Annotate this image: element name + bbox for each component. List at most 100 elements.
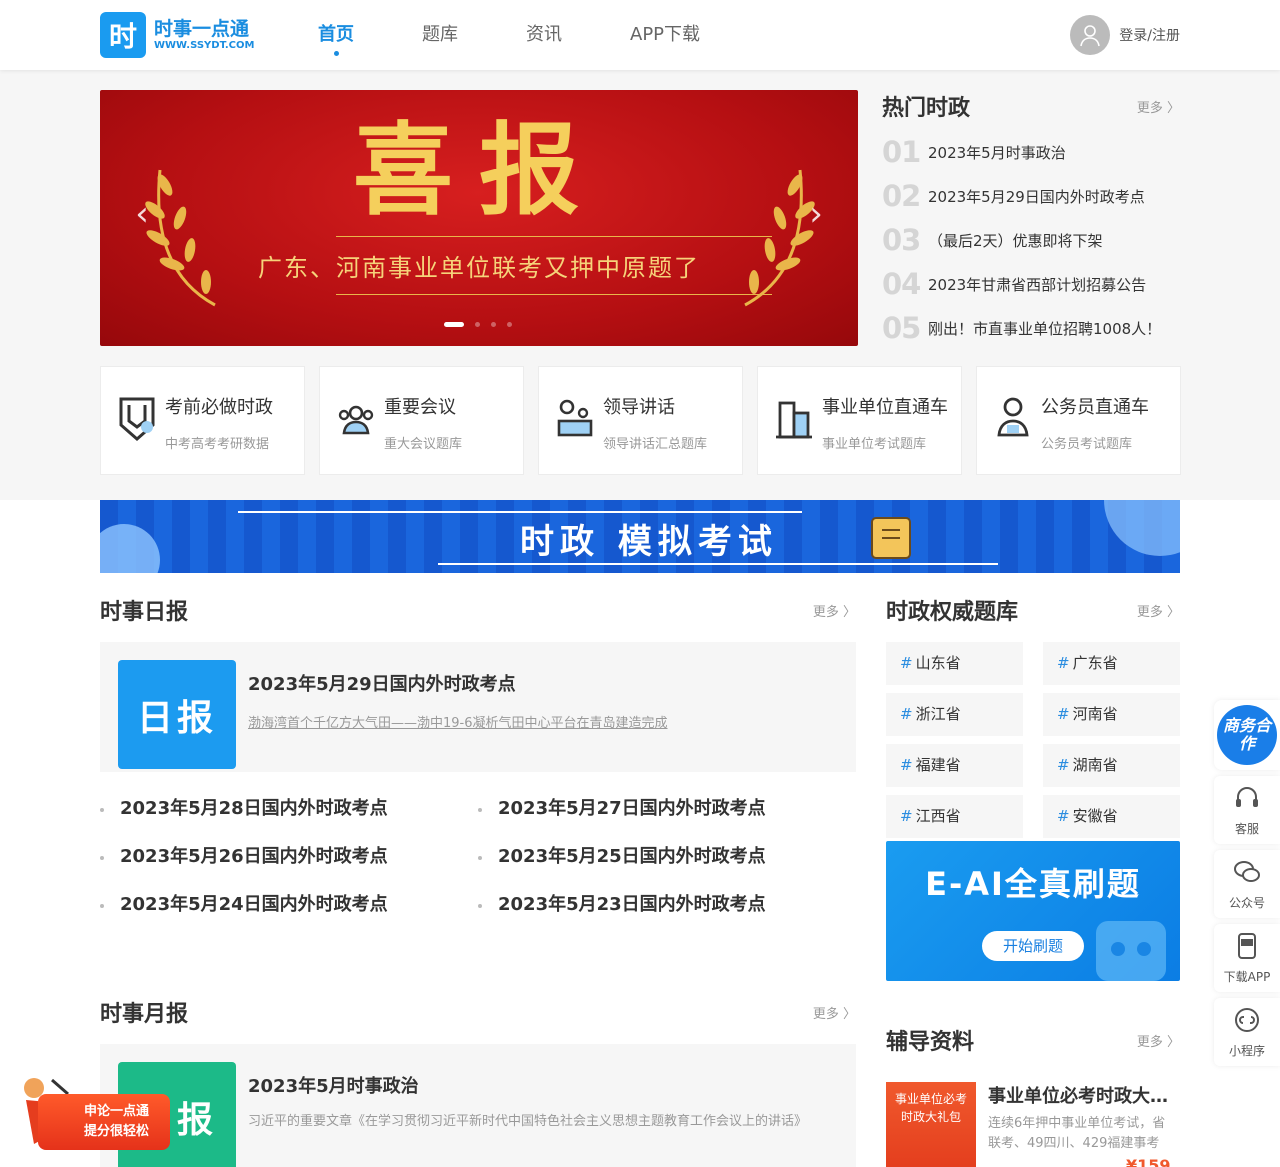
daily-feature-desc[interactable]: 渤海湾首个千亿方大气田——渤中19-6凝析气田中心平台在青岛建造完成 <box>248 714 843 734</box>
download-app-button[interactable]: 下载APP <box>1214 924 1280 992</box>
float-label: 小程序 <box>1228 1044 1265 1058</box>
list-item-text: 2023年5月26日国内外时政考点 <box>120 846 388 867</box>
category-title: 考前必做时政 <box>165 397 273 418</box>
business-cooperation-button[interactable]: 商务合作 <box>1214 700 1280 770</box>
float-label: 下载APP <box>1223 970 1271 984</box>
logo-name: 时事一点通 <box>154 18 250 40</box>
category-title: 公务员直通车 <box>1041 397 1149 418</box>
shield-book-icon <box>119 397 155 441</box>
hot-news-item[interactable]: 02 2023年5月29日国内外时政考点 <box>882 174 1180 218</box>
hot-news-item[interactable]: 04 2023年甘肃省西部计划招募公告 <box>882 262 1180 306</box>
carousel-dot[interactable] <box>475 322 480 327</box>
bullet <box>100 904 104 908</box>
authority-header: 时政权威题库 更多 〉 <box>886 594 1180 626</box>
province-tag[interactable]: # 河南省 <box>1043 693 1180 736</box>
province-tag[interactable]: # 湖南省 <box>1043 744 1180 787</box>
hash-icon: # <box>1057 654 1070 672</box>
hot-news-item[interactable]: 05 刚出！市直事业单位招聘1008人！ <box>882 306 1180 350</box>
logo[interactable]: 时 时事一点通 WWW.SSYDT.COM <box>100 12 254 58</box>
essay-promo-widget[interactable]: 申论一点通 提分很轻松 <box>12 1072 170 1154</box>
carousel-next-button[interactable]: › <box>798 196 834 232</box>
carousel-dot[interactable] <box>491 322 496 327</box>
hash-icon: # <box>1057 705 1070 723</box>
monthly-more-link[interactable]: 更多 〉 <box>813 1003 856 1022</box>
list-item[interactable]: 2023年5月25日国内外时政考点 <box>478 842 856 890</box>
hot-news-text: 2023年甘肃省西部计划招募公告 <box>928 275 1147 294</box>
monthly-report-section: 时事月报 更多 〉 月报 2023年5月时事政治 习近平的重要文章《在学习贯彻习… <box>100 996 856 1167</box>
daily-more-link[interactable]: 更多 〉 <box>813 601 856 620</box>
mock-exam-banner[interactable]: 时政 模拟考试 <box>100 500 1180 573</box>
daily-feature-title: 2023年5月29日国内外时政考点 <box>248 674 516 695</box>
hash-icon: # <box>900 654 913 672</box>
hash-icon: # <box>900 756 913 774</box>
hot-news-text: 刚出！市直事业单位招聘1008人！ <box>928 319 1162 338</box>
province-tag[interactable]: # 安徽省 <box>1043 795 1180 838</box>
person-badge-icon <box>997 397 1029 437</box>
daily-list: 2023年5月28日国内外时政考点 2023年5月27日国内外时政考点 2023… <box>100 794 856 938</box>
carousel-dot[interactable] <box>507 322 512 327</box>
tutor-price: ¥159 <box>1126 1156 1171 1167</box>
list-item[interactable]: 2023年5月26日国内外时政考点 <box>100 842 478 890</box>
province-label: 山东省 <box>915 654 961 672</box>
daily-badge: 日报 <box>118 660 236 769</box>
bullet <box>478 904 482 908</box>
category-subtitle: 公务员考试题库 <box>1041 437 1133 452</box>
province-tag[interactable]: # 浙江省 <box>886 693 1023 736</box>
eai-practice-card[interactable]: E-AI全真刷题 开始刷题 <box>886 841 1180 981</box>
nav-home[interactable]: 首页 <box>318 0 354 70</box>
people-group-icon <box>338 405 374 435</box>
business-cooperation-label: 商务合作 <box>1217 705 1277 765</box>
authority-more-link[interactable]: 更多 〉 <box>1137 601 1180 620</box>
nav-question-bank[interactable]: 题库 <box>422 0 458 70</box>
list-item[interactable]: 2023年5月27日国内外时政考点 <box>478 794 856 842</box>
category-card-civil-servant[interactable]: 公务员直通车公务员考试题库 <box>976 366 1181 475</box>
tutor-item[interactable]: 事业单位必考 时政大礼包 事业单位必考时政大… 连续6年押中事业单位考试，省联考… <box>886 1082 1180 1167</box>
daily-feature-card[interactable]: 日报 2023年5月29日国内外时政考点 渤海湾首个千亿方大气田——渤中19-6… <box>100 642 856 772</box>
category-cards: 考前必做时政 中考高考考研数据 重要会议 重大会议题库 领导讲话 领导讲话汇总题库 事… <box>100 366 1195 475</box>
rank-number: 02 <box>882 179 921 213</box>
province-tag[interactable]: # 江西省 <box>886 795 1023 838</box>
province-tag[interactable]: # 福建省 <box>886 744 1023 787</box>
hot-news-more-link[interactable]: 更多 〉 <box>1137 97 1180 116</box>
header: 时 时事一点通 WWW.SSYDT.COM 首页 题库 资讯 APP下载 登录/… <box>0 0 1280 70</box>
carousel-dot[interactable] <box>444 322 464 327</box>
official-account-button[interactable]: 公众号 <box>1214 850 1280 918</box>
province-label: 河南省 <box>1072 705 1118 723</box>
province-tag[interactable]: # 山东省 <box>886 642 1023 685</box>
category-card-speeches[interactable]: 领导讲话 领导讲话汇总题库 <box>538 366 743 475</box>
list-item[interactable]: 2023年5月24日国内外时政考点 <box>100 890 478 938</box>
tutor-more-link[interactable]: 更多 〉 <box>1137 1031 1180 1050</box>
nav-app-download[interactable]: APP下载 <box>630 0 700 70</box>
list-item[interactable]: 2023年5月28日国内外时政考点 <box>100 794 478 842</box>
category-card-public-institution[interactable]: 事业单位直通车 事业单位考试题库 <box>757 366 962 475</box>
carousel-prev-button[interactable]: ‹ <box>124 196 160 232</box>
hero-carousel[interactable]: 喜报 广东、河南事业单位联考又押中原题了 ‹ › <box>100 90 858 346</box>
category-card-pre-exam[interactable]: 考前必做时政 中考高考考研数据 <box>100 366 305 475</box>
hot-news-item[interactable]: 01 2023年5月时事政治 <box>882 130 1180 174</box>
daily-report-section: 时事日报 更多 〉 日报 2023年5月29日国内外时政考点 渤海湾首个千亿方大… <box>100 594 856 938</box>
customer-service-button[interactable]: 客服 <box>1214 776 1280 844</box>
monthly-feature-card[interactable]: 月报 2023年5月时事政治 习近平的重要文章《在学习贯彻习近平新时代中国特色社… <box>100 1044 856 1167</box>
category-subtitle: 重大会议题库 <box>384 437 463 452</box>
mini-program-button[interactable]: 小程序 <box>1214 998 1280 1066</box>
nav-news[interactable]: 资讯 <box>526 0 562 70</box>
avatar-icon <box>1070 15 1111 55</box>
monthly-feature-title: 2023年5月时事政治 <box>248 1076 419 1097</box>
bullet <box>100 808 104 812</box>
logo-text: 时事一点通 WWW.SSYDT.COM <box>154 18 254 52</box>
bullet <box>100 856 104 860</box>
start-practice-button[interactable]: 开始刷题 <box>982 931 1084 961</box>
category-title: 领导讲话 <box>603 397 675 418</box>
authority-bank-section: 时政权威题库 更多 〉 # 山东省 # 广东省 # 浙江省 # 河南省 # 福建省 # 湖南… <box>886 594 1180 846</box>
list-item-text: 2023年5月28日国内外时政考点 <box>120 798 388 819</box>
login-label: 登录/注册 <box>1119 28 1180 44</box>
cover-line: 事业单位必考 <box>894 1092 967 1106</box>
hot-news-item[interactable]: 03 （最后2天）优惠即将下架 <box>882 218 1180 262</box>
list-item[interactable]: 2023年5月23日国内外时政考点 <box>478 890 856 938</box>
province-tag[interactable]: # 广东省 <box>1043 642 1180 685</box>
daily-title: 时事日报 <box>100 600 189 625</box>
login-button[interactable]: 登录/注册 <box>1070 15 1180 55</box>
province-label: 福建省 <box>915 756 961 774</box>
category-card-meetings[interactable]: 重要会议 重大会议题库 <box>319 366 524 475</box>
wechat-icon <box>1234 861 1260 882</box>
